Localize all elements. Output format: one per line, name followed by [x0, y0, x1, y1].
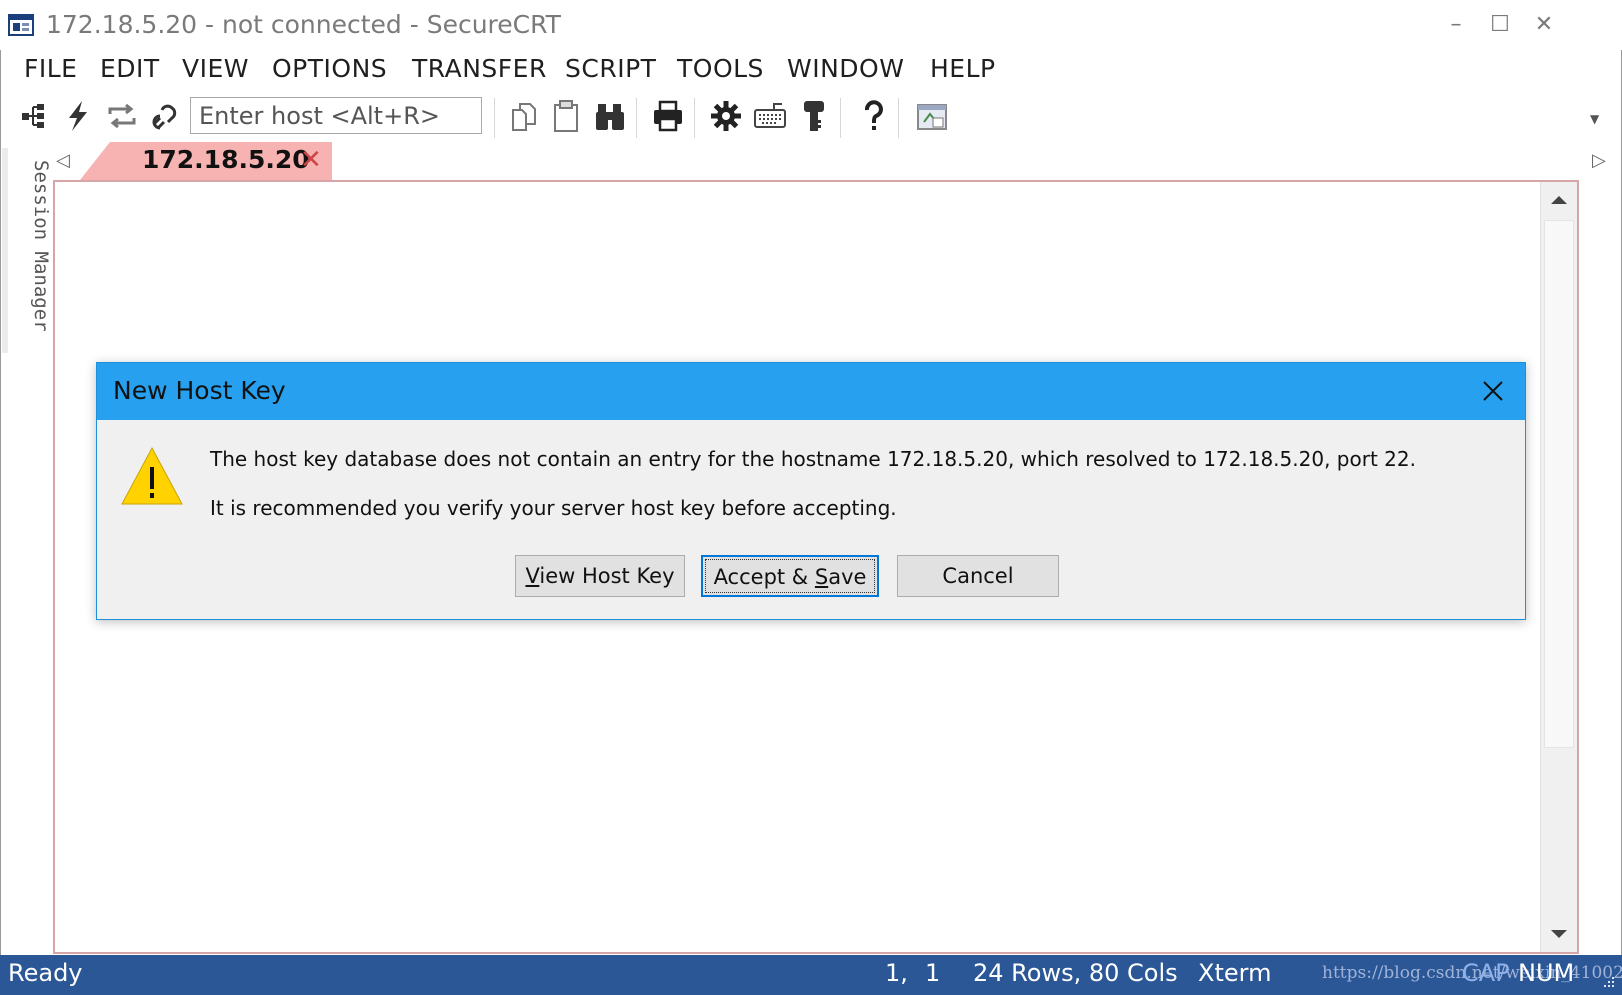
menu-help[interactable]: HELP: [930, 54, 996, 83]
close-window-button[interactable]: ✕: [1524, 8, 1564, 42]
print-icon[interactable]: [650, 98, 686, 134]
reconnect-icon[interactable]: [104, 98, 140, 134]
tab-label: 172.18.5.20: [142, 145, 310, 174]
scroll-up-icon[interactable]: [1541, 182, 1577, 218]
menu-edit[interactable]: EDIT: [100, 54, 160, 83]
window-title: 172.18.5.20 - not connected - SecureCRT: [46, 10, 561, 39]
scroll-down-icon[interactable]: [1541, 916, 1577, 952]
dialog-title: New Host Key: [113, 376, 286, 405]
view-host-key-button[interactable]: View Host Key: [515, 555, 685, 597]
host-input[interactable]: [190, 97, 482, 134]
new-host-key-dialog: New Host Key The host key database does …: [96, 362, 1526, 620]
warning-icon: [121, 446, 183, 505]
menu-window[interactable]: WINDOW: [787, 54, 904, 83]
toolbar-separator: [898, 98, 899, 138]
disconnect-icon[interactable]: [146, 98, 182, 134]
dialog-message-line1: The host key database does not contain a…: [210, 447, 1416, 471]
quick-connect-icon[interactable]: [60, 98, 96, 134]
menu-script[interactable]: SCRIPT: [565, 54, 656, 83]
keymap-icon[interactable]: [752, 98, 788, 134]
toolbar: ▼: [0, 92, 1622, 142]
sftp-icon[interactable]: [914, 98, 950, 134]
session-manager-tab[interactable]: Session Manager: [12, 160, 52, 350]
title-bar: 172.18.5.20 - not connected - SecureCRT …: [0, 0, 1622, 50]
view-button-mnemonic: V: [525, 564, 540, 588]
status-num: NUM: [1518, 959, 1575, 987]
status-ready: Ready: [8, 959, 83, 987]
menu-options[interactable]: OPTIONS: [272, 54, 387, 83]
accept-button-mnemonic: S: [814, 565, 829, 589]
securecrt-app-icon[interactable]: [8, 12, 36, 40]
menu-file[interactable]: FILE: [24, 54, 77, 83]
toolbar-separator: [840, 98, 841, 138]
dialog-message-line2: It is recommended you verify your server…: [210, 496, 897, 520]
dialog-title-bar: New Host Key: [97, 363, 1525, 420]
accept-save-button[interactable]: Accept & Save: [701, 555, 879, 597]
status-emulation: Xterm: [1198, 959, 1272, 987]
status-cursor-row: 1,: [885, 959, 908, 987]
key-icon[interactable]: [796, 98, 832, 134]
cancel-button[interactable]: Cancel: [897, 555, 1059, 597]
help-icon[interactable]: [856, 98, 892, 134]
find-icon[interactable]: [592, 98, 628, 134]
session-manager-strip: [2, 148, 8, 353]
paste-icon[interactable]: [548, 98, 584, 134]
tab-scroll-right-icon[interactable]: ▷: [1592, 150, 1612, 172]
view-button-post: iew Host Key: [539, 564, 675, 588]
menu-view[interactable]: VIEW: [182, 54, 249, 83]
toolbar-overflow-icon[interactable]: ▼: [1590, 112, 1599, 126]
options-icon[interactable]: [708, 98, 744, 134]
status-cap: CAP: [1462, 959, 1510, 987]
menu-transfer[interactable]: TRANSFER: [412, 54, 547, 83]
dialog-close-icon[interactable]: [1475, 373, 1511, 409]
status-bar: Ready 1, 1 24 Rows, 80 Cols Xterm https:…: [0, 955, 1622, 995]
menu-bar: FILE EDIT VIEW OPTIONS TRANSFER SCRIPT T…: [0, 52, 1622, 92]
minimize-button[interactable]: –: [1436, 8, 1476, 42]
menu-tools[interactable]: TOOLS: [677, 54, 764, 83]
connect-icon[interactable]: [16, 98, 52, 134]
tab-scroll-left-icon[interactable]: ◁: [56, 150, 76, 172]
copy-icon[interactable]: [506, 98, 542, 134]
accept-button-post: ave: [828, 565, 867, 589]
status-cursor-col: 1: [925, 959, 941, 987]
toolbar-separator: [636, 98, 637, 138]
maximize-button[interactable]: ☐: [1480, 8, 1520, 42]
terminal-scrollbar[interactable]: [1540, 182, 1577, 952]
accept-button-pre: Accept &: [713, 565, 815, 589]
resize-grip-icon[interactable]: [1600, 975, 1616, 991]
status-terminal-size: 24 Rows, 80 Cols: [973, 959, 1178, 987]
scroll-thumb[interactable]: [1544, 220, 1574, 748]
toolbar-separator: [494, 98, 495, 138]
toolbar-separator: [694, 98, 695, 138]
session-manager-label: Session Manager: [30, 160, 52, 332]
tab-close-icon[interactable]: ✕: [300, 146, 322, 174]
